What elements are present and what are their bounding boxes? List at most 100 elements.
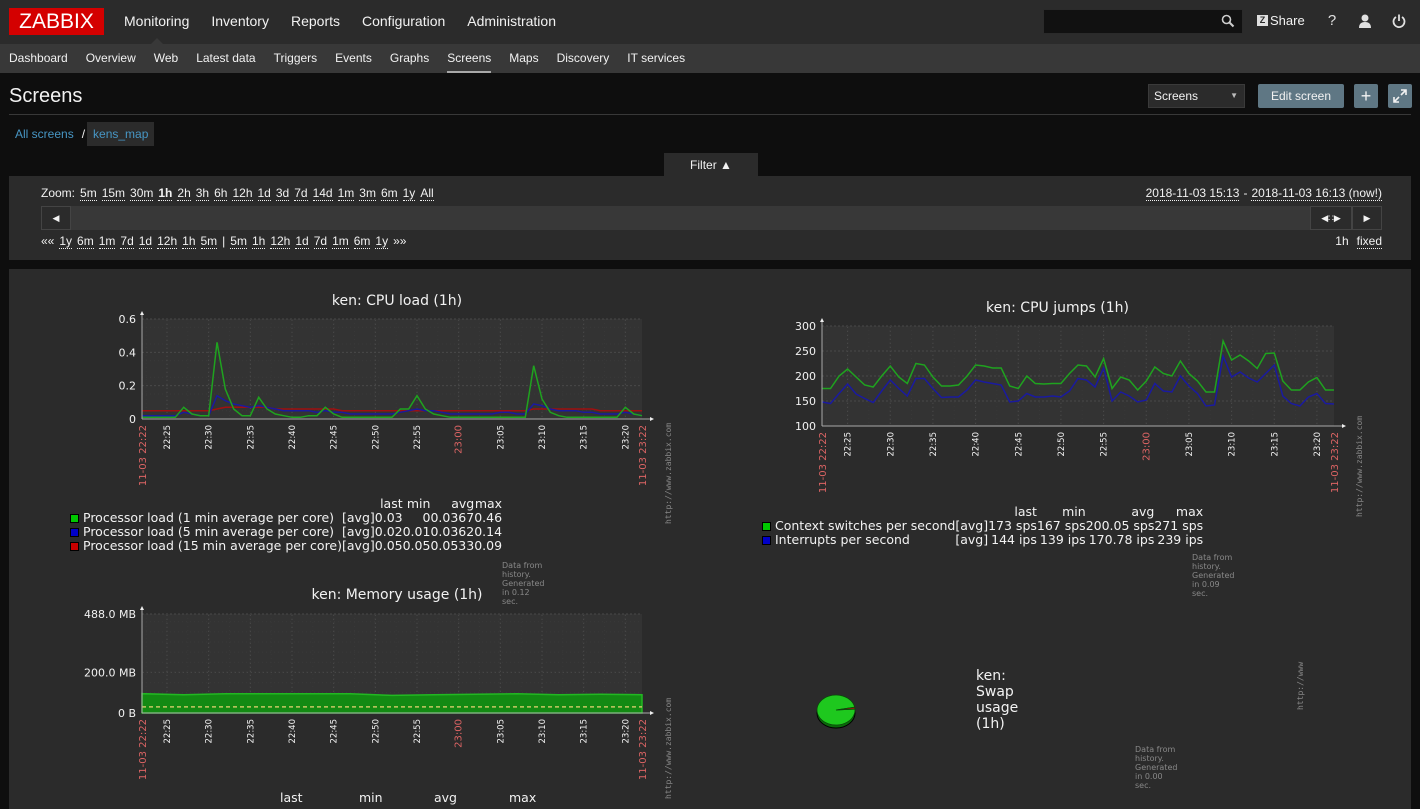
zoom-option-1d[interactable]: 1d: [257, 186, 271, 201]
zoom-option-1h[interactable]: 1h: [158, 186, 173, 201]
nav-back-5m[interactable]: 5m: [200, 234, 218, 249]
y-axis-arrow: [140, 606, 144, 610]
zoom-option-6h[interactable]: 6h: [214, 186, 228, 201]
nav-back-12h[interactable]: 12h: [157, 234, 178, 249]
cpu-load-chart[interactable]: 0 0.2 0.4 0.6 22:25 22:30 22:35 22:40 22:45 22:50…: [100, 305, 680, 500]
scroll-right-button[interactable]: ▶: [1352, 206, 1382, 230]
nav-forward-6m[interactable]: 6m: [353, 234, 371, 249]
y-tick-label: 100: [795, 420, 816, 433]
subnav-it-services[interactable]: IT services: [618, 44, 694, 73]
scroll-handle[interactable]: ◀∷▶: [1310, 206, 1352, 230]
legend-row: Context switches per second [avg] 173 sp…: [762, 519, 1203, 533]
zoom-option-5m[interactable]: 5m: [80, 186, 97, 201]
subnav-events[interactable]: Events: [326, 44, 381, 73]
zoom-option-1y[interactable]: 1y: [402, 186, 416, 201]
zoom-option-3h[interactable]: 3h: [195, 186, 210, 201]
edit-screen-button[interactable]: Edit screen: [1258, 84, 1344, 108]
legend-name: Processor load (1 min average per core): [83, 510, 335, 525]
menu-configuration[interactable]: Configuration: [351, 0, 456, 44]
subnav-latest-data[interactable]: Latest data: [187, 44, 264, 73]
x-tick-label: 23:05: [496, 719, 506, 744]
share-button[interactable]: Z Share: [1257, 13, 1305, 28]
subnav-screens[interactable]: Screens: [438, 44, 500, 73]
menu-monitoring[interactable]: Monitoring: [113, 0, 200, 44]
subnav-triggers[interactable]: Triggers: [265, 44, 327, 73]
add-button[interactable]: +: [1354, 84, 1378, 108]
subnav-web[interactable]: Web: [145, 44, 187, 73]
swap-pie-chart[interactable]: [812, 690, 862, 730]
cpu-jumps-legend: last min avg max Context switches per se…: [762, 505, 1203, 547]
zoom-option-14d[interactable]: 14d: [312, 186, 333, 201]
x-end-label: 11-03 23:22: [1330, 432, 1341, 493]
nav-back-6m[interactable]: 6m: [77, 234, 94, 249]
subnav-graphs[interactable]: Graphs: [381, 44, 438, 73]
subnav-discovery[interactable]: Discovery: [548, 44, 619, 73]
scroll-left-button[interactable]: ◀: [41, 206, 71, 230]
legend-min: 0.05: [402, 538, 431, 553]
series-area-available-memory: [141, 692, 643, 714]
zoom-option-15m[interactable]: 15m: [101, 186, 126, 201]
nav-back-1d[interactable]: 1d: [138, 234, 153, 249]
filter-toggle[interactable]: Filter ▲: [664, 153, 758, 176]
timeline-scrollbar[interactable]: ◀ ◀∷▶ ▶: [41, 206, 1382, 230]
zoom-option-all[interactable]: All: [420, 186, 434, 201]
legend-max: 0.09: [474, 538, 503, 553]
zoom-option-2h[interactable]: 2h: [177, 186, 191, 201]
subnav-maps[interactable]: Maps: [500, 44, 547, 73]
legend-name: Interrupts per second: [775, 532, 910, 547]
nav-forward-end[interactable]: »»: [393, 234, 406, 249]
screens-select[interactable]: Screens ▼: [1148, 84, 1245, 108]
arrow-right-icon: ▶: [1363, 213, 1371, 223]
subnav-overview[interactable]: Overview: [77, 44, 145, 73]
nav-forward-1m[interactable]: 1m: [332, 234, 349, 249]
nav-back-1m[interactable]: 1m: [98, 234, 116, 249]
nav-back-1y[interactable]: 1y: [59, 234, 73, 249]
nav-forward-1h[interactable]: 1h: [251, 234, 266, 249]
y-tick-label: 488.0 MB: [84, 608, 136, 621]
nav-forward-1d[interactable]: 1d: [295, 234, 309, 249]
legend-max: 239 ips: [1157, 532, 1204, 547]
zoom-option-7d[interactable]: 7d: [294, 186, 308, 201]
zoom-option-12h[interactable]: 12h: [232, 186, 253, 201]
legend-avg: 0.0367: [430, 510, 475, 525]
cpu-jumps-chart[interactable]: 100 150 200 250 300 22:25 22:30 22:35 22:40 22:45…: [760, 312, 1380, 507]
power-icon[interactable]: [1390, 12, 1408, 30]
zabbix-logo[interactable]: ZABBIX: [9, 8, 104, 35]
nav-back-start[interactable]: ««: [41, 234, 54, 249]
y-tick-label: 0.4: [119, 346, 137, 359]
menu-inventory[interactable]: Inventory: [200, 0, 280, 44]
x-tick-label: 23:10: [538, 719, 548, 744]
y-tick-label: 200.0 MB: [84, 666, 136, 679]
user-icon[interactable]: [1356, 12, 1374, 30]
zoom-option-3d[interactable]: 3d: [275, 186, 290, 201]
search-icon[interactable]: [1221, 14, 1235, 28]
menu-reports[interactable]: Reports: [280, 0, 351, 44]
breadcrumb-all-screens[interactable]: All screens: [9, 122, 80, 146]
nav-forward-5m[interactable]: 5m: [230, 234, 247, 249]
period-from-link[interactable]: 2018-11-03 15:13: [1145, 186, 1240, 201]
search-input[interactable]: [1043, 9, 1243, 34]
zoom-option-30m[interactable]: 30m: [130, 186, 154, 201]
period-to-link[interactable]: 2018-11-03 16:13 (now!): [1251, 186, 1382, 201]
subnav-dashboard[interactable]: Dashboard: [0, 44, 77, 73]
memory-usage-chart[interactable]: 0 B 200.0 MB 488.0 MB 22:25 22:30 22:35 22:40 2…: [60, 600, 680, 799]
x-end-label: 11-03 23:22: [638, 719, 649, 780]
nav-forward-12h[interactable]: 12h: [270, 234, 291, 249]
zoom-option-6m[interactable]: 6m: [380, 186, 398, 201]
menu-administration[interactable]: Administration: [456, 0, 567, 44]
fixed-toggle[interactable]: fixed: [1356, 234, 1382, 249]
breadcrumb-current[interactable]: kens_map: [87, 122, 155, 146]
help-icon[interactable]: ?: [1323, 12, 1341, 30]
x-tick-label: 23:15: [1270, 432, 1280, 457]
nav-back-1h[interactable]: 1h: [182, 234, 196, 249]
nav-back-7d[interactable]: 7d: [120, 234, 134, 249]
nav-forward-1y[interactable]: 1y: [375, 234, 389, 249]
nav-forward-7d[interactable]: 7d: [313, 234, 328, 249]
zoom-option-1m[interactable]: 1m: [337, 186, 355, 201]
zoom-option-3m[interactable]: 3m: [359, 186, 376, 201]
x-tick-label: 22:55: [413, 425, 423, 450]
legend-swatch: [762, 536, 771, 545]
zabbix-watermark: http://www: [1296, 661, 1305, 710]
page-scrollbar-track: [1411, 260, 1420, 799]
fullscreen-button[interactable]: [1388, 84, 1412, 108]
